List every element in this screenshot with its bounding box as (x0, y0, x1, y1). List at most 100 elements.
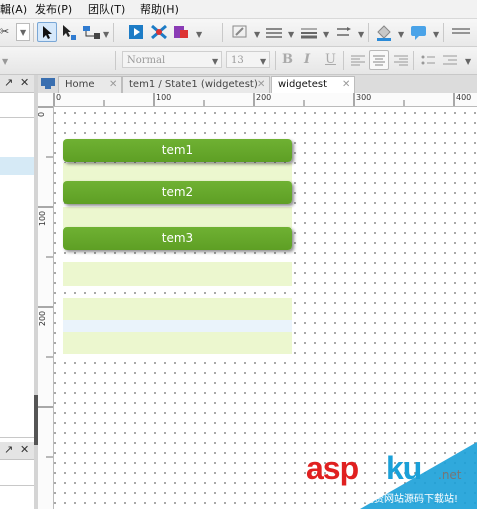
watermark-tagline: 免费网站源码下载站! (364, 494, 459, 505)
comment-icon (411, 26, 426, 40)
ruler-label: 0 (56, 93, 62, 102)
panel-divider (0, 485, 34, 486)
menu-bar: 輯(A) 发布(P) 团队(T) 帮助(H) (0, 0, 477, 19)
bullet-list-icon (421, 55, 435, 65)
ruler-label: 200 (38, 310, 48, 327)
align-right-icon (394, 55, 408, 66)
toolbar-separator (343, 51, 344, 70)
zoom-dropdown[interactable]: ▼ (16, 23, 30, 41)
scissors-icon[interactable]: ✂ (0, 25, 9, 38)
close-icon[interactable]: ✕ (342, 77, 350, 93)
connect-tool-button[interactable] (58, 22, 78, 42)
tab-widgetest[interactable]: widgetest ✕ (271, 76, 355, 94)
chevron-down-icon[interactable]: ▼ (196, 30, 202, 39)
chevron-down-icon[interactable]: ▼ (358, 30, 364, 39)
toolbar-separator (413, 51, 414, 70)
selected-list-item[interactable] (0, 157, 34, 175)
menu-team[interactable]: 团队(T) (88, 1, 125, 17)
left-panel: ↗ ✕ ↗ ✕ (0, 75, 35, 509)
align-left-button[interactable] (348, 50, 368, 70)
play-icon (129, 25, 143, 39)
toolbar-separator (113, 23, 114, 42)
panel-divider (0, 117, 34, 118)
underline-button[interactable]: U (325, 52, 336, 67)
chevron-down-icon[interactable]: ▼ (398, 30, 404, 39)
pin-icon[interactable]: ↗ (4, 76, 13, 89)
select-tool-button[interactable] (37, 22, 57, 42)
indent-icon (443, 55, 457, 65)
generate-button[interactable] (172, 22, 192, 42)
comment-shape-button[interactable] (409, 22, 429, 42)
close-icon[interactable]: ✕ (20, 443, 29, 456)
font-size-value: 13 (231, 55, 244, 66)
widget-button-tem2[interactable]: tem2 (63, 181, 292, 204)
menu-edit[interactable]: 輯(A) (0, 1, 27, 17)
align-right-button[interactable] (391, 50, 411, 70)
line-weight-button[interactable] (299, 22, 319, 42)
chevron-down-icon[interactable]: ▼ (254, 30, 260, 39)
toolbar-separator (33, 23, 34, 42)
toolbar-separator (275, 51, 276, 70)
cursor-connect-icon (63, 25, 76, 40)
font-family-dropdown[interactable]: Normal (122, 51, 222, 68)
repeater-row (63, 207, 292, 228)
italic-button[interactable]: I (304, 52, 310, 67)
preview-button[interactable] (126, 22, 146, 42)
bullet-list-button[interactable] (418, 50, 438, 70)
toolbar-separator (222, 23, 223, 42)
chevron-down-icon[interactable]: ▼ (465, 57, 471, 66)
menu-help[interactable]: 帮助(H) (140, 1, 179, 17)
widget-button-tem1[interactable]: tem1 (63, 139, 292, 162)
arrow-style-icon (337, 27, 351, 36)
publish-icon (151, 24, 167, 40)
main-toolbar: ✂ ▼ ▼ ▼ ▼ ▼ ▼ ▼ ▼ ▼ (0, 19, 477, 47)
toolbar-separator (443, 23, 444, 42)
ruler-ticks (38, 106, 53, 458)
paint-bucket-button[interactable] (374, 22, 394, 42)
watermark-brand-ku: ku (386, 450, 422, 486)
widget-button-tem3[interactable]: tem3 (63, 227, 292, 250)
chevron-down-icon[interactable]: ▼ (103, 30, 109, 39)
close-icon[interactable]: ✕ (109, 77, 117, 93)
chevron-down-icon[interactable]: ▼ (433, 30, 439, 39)
left-panel-header-bottom: ↗ ✕ (0, 442, 34, 460)
menu-publish[interactable]: 发布(P) (35, 1, 72, 17)
pin-icon[interactable]: ↗ (4, 443, 13, 456)
tab-tem1-state1[interactable]: tem1 / State1 (widgetest) ✕ (122, 76, 270, 93)
ruler-label: 400 (456, 93, 472, 102)
fill-color-button[interactable] (230, 22, 250, 42)
chevron-down-icon[interactable]: ▼ (323, 30, 329, 39)
more-lines-icon (452, 28, 470, 34)
close-icon[interactable]: ✕ (20, 76, 29, 89)
publish-button[interactable] (149, 22, 169, 42)
paint-bucket-icon (377, 25, 391, 41)
cursor-icon (43, 26, 52, 39)
tab-home[interactable]: Home ✕ (58, 76, 122, 93)
pencil-icon (232, 25, 247, 38)
flow-tool-button[interactable] (80, 22, 100, 42)
chevron-down-icon[interactable]: ▼ (2, 57, 8, 66)
tab-widgetest-label: widgetest (278, 79, 328, 90)
more-options-button[interactable] (450, 22, 470, 42)
watermark-brand-asp: asp (306, 450, 359, 486)
generate-icon (174, 26, 188, 38)
close-icon[interactable]: ✕ (257, 77, 265, 93)
text-indent-button[interactable] (440, 50, 460, 70)
repeater-row (63, 332, 292, 354)
chevron-down-icon[interactable]: ▼ (288, 30, 294, 39)
bold-button[interactable]: B (282, 52, 293, 67)
horizontal-ruler: 0 100 200 300 400 (38, 93, 477, 107)
chevron-down-icon: ▼ (260, 57, 267, 66)
align-left-icon (351, 55, 365, 66)
repeater-row-selected (63, 320, 292, 332)
font-family-value: Normal (127, 55, 166, 66)
watermark: asp ku .net 免费网站源码下载站! (300, 442, 477, 509)
tab-home-label: Home (65, 79, 95, 90)
arrow-style-button[interactable] (334, 22, 354, 42)
tab-strip: Home ✕ tem1 / State1 (widgetest) ✕ widge… (38, 75, 477, 94)
sitemap-icon[interactable] (40, 77, 56, 90)
flow-icon (83, 26, 100, 39)
line-style-button[interactable] (264, 22, 284, 42)
align-center-icon (373, 55, 385, 66)
align-center-button[interactable] (369, 50, 389, 70)
